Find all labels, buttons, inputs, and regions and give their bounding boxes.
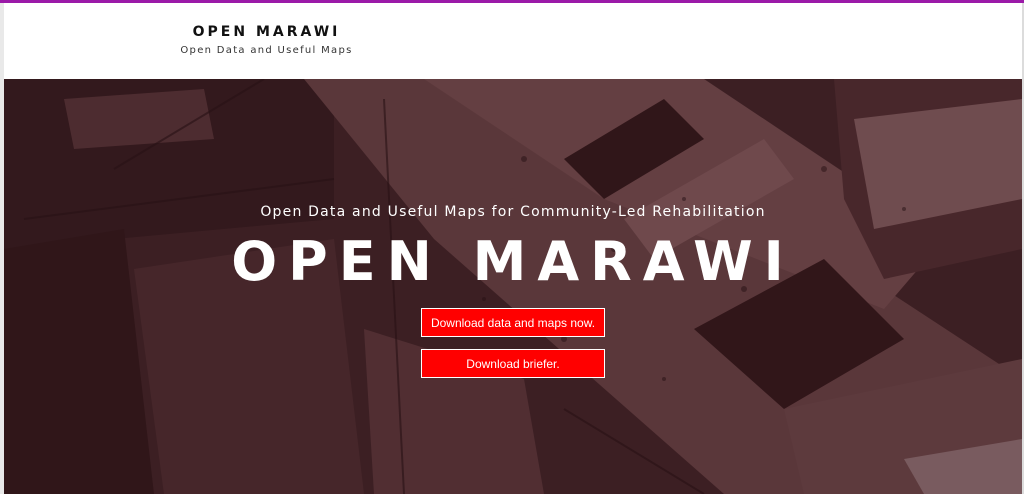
site-tagline: Open Data and Useful Maps: [180, 45, 353, 56]
site-logo[interactable]: OPEN MARAWI Open Data and Useful Maps: [174, 23, 359, 57]
download-briefer-button[interactable]: Download briefer.: [421, 349, 605, 378]
hero-section: Open Data and Useful Maps for Community-…: [4, 79, 1022, 494]
hero-subtitle: Open Data and Useful Maps for Community-…: [260, 204, 766, 220]
site-title[interactable]: OPEN MARAWI: [174, 23, 359, 41]
site-header: OPEN MARAWI Open Data and Useful Maps: [4, 3, 1022, 79]
hero-title: OPEN MARAWI: [231, 230, 795, 293]
download-data-button[interactable]: Download data and maps now.: [421, 308, 605, 337]
